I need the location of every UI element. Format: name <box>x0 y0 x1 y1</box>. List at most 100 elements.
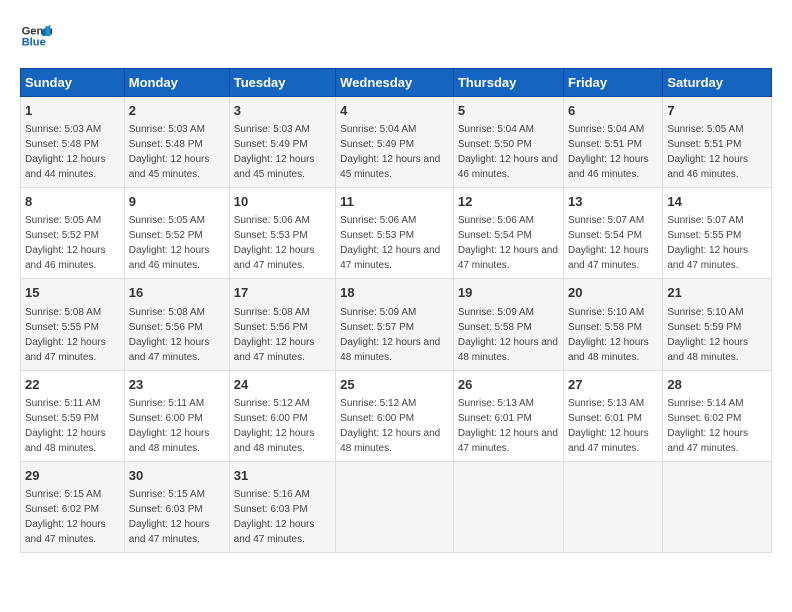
day-number: 11 <box>340 193 449 211</box>
cell-info: Sunrise: 5:07 AMSunset: 5:55 PMDaylight:… <box>667 215 748 271</box>
cell-info: Sunrise: 5:08 AMSunset: 5:56 PMDaylight:… <box>129 307 210 363</box>
cell-info: Sunrise: 5:12 AMSunset: 6:00 PMDaylight:… <box>340 398 440 454</box>
header-wednesday: Wednesday <box>336 69 454 97</box>
calendar-cell: 18Sunrise: 5:09 AMSunset: 5:57 PMDayligh… <box>336 279 454 370</box>
cell-info: Sunrise: 5:08 AMSunset: 5:56 PMDaylight:… <box>234 307 315 363</box>
cell-info: Sunrise: 5:15 AMSunset: 6:02 PMDaylight:… <box>25 489 106 545</box>
day-number: 5 <box>458 102 559 120</box>
calendar-cell: 26 Sunrise: 5:13 AMSunset: 6:01 PMDayligh… <box>453 370 563 461</box>
day-number: 14 <box>667 193 767 211</box>
cell-info: Sunrise: 5:04 AMSunset: 5:50 PMDaylight:… <box>458 124 558 180</box>
cell-info: Sunrise: 5:08 AMSunset: 5:55 PMDaylight:… <box>25 307 106 363</box>
cell-info: Sunrise: 5:05 AMSunset: 5:51 PMDaylight:… <box>667 124 748 180</box>
header-tuesday: Tuesday <box>229 69 335 97</box>
calendar-row-week-2: 8 Sunrise: 5:05 AMSunset: 5:52 PMDaylight… <box>21 188 772 279</box>
day-number: 7 <box>667 102 767 120</box>
calendar-cell: 11 Sunrise: 5:06 AMSunset: 5:53 PMDayligh… <box>336 188 454 279</box>
cell-info: Sunrise: 5:13 AMSunset: 6:01 PMDaylight:… <box>458 398 558 454</box>
day-number: 30 <box>129 467 225 485</box>
day-number: 6 <box>568 102 658 120</box>
day-number: 13 <box>568 193 658 211</box>
cell-info: Sunrise: 5:06 AMSunset: 5:53 PMDaylight:… <box>234 215 315 271</box>
day-number: 3 <box>234 102 331 120</box>
calendar-cell: 9 Sunrise: 5:05 AMSunset: 5:52 PMDaylight… <box>124 188 229 279</box>
day-number: 31 <box>234 467 331 485</box>
calendar-cell: 24 Sunrise: 5:12 AMSunset: 6:00 PMDayligh… <box>229 370 335 461</box>
calendar-cell: 22 Sunrise: 5:11 AMSunset: 5:59 PMDayligh… <box>21 370 125 461</box>
calendar-cell: 6 Sunrise: 5:04 AMSunset: 5:51 PMDaylight… <box>564 97 663 188</box>
calendar-cell: 14 Sunrise: 5:07 AMSunset: 5:55 PMDayligh… <box>663 188 772 279</box>
logo: General Blue <box>20 20 52 52</box>
calendar-row-week-1: 1Sunrise: 5:03 AMSunset: 5:48 PMDaylight… <box>21 97 772 188</box>
calendar-cell: 20 Sunrise: 5:10 AMSunset: 5:58 PMDayligh… <box>564 279 663 370</box>
cell-info: Sunrise: 5:14 AMSunset: 6:02 PMDaylight:… <box>667 398 748 454</box>
cell-info: Sunrise: 5:12 AMSunset: 6:00 PMDaylight:… <box>234 398 315 454</box>
header-monday: Monday <box>124 69 229 97</box>
cell-info: Sunrise: 5:11 AMSunset: 6:00 PMDaylight:… <box>129 398 210 454</box>
calendar-cell: 25 Sunrise: 5:12 AMSunset: 6:00 PMDayligh… <box>336 370 454 461</box>
day-number: 17 <box>234 284 331 302</box>
cell-info: Sunrise: 5:16 AMSunset: 6:03 PMDaylight:… <box>234 489 315 545</box>
cell-info: Sunrise: 5:13 AMSunset: 6:01 PMDaylight:… <box>568 398 649 454</box>
header-thursday: Thursday <box>453 69 563 97</box>
cell-info: Sunrise: 5:03 AMSunset: 5:48 PMDaylight:… <box>129 124 210 180</box>
day-number: 25 <box>340 376 449 394</box>
calendar-cell: 23Sunrise: 5:11 AMSunset: 6:00 PMDayligh… <box>124 370 229 461</box>
cell-info: Sunrise: 5:07 AMSunset: 5:54 PMDaylight:… <box>568 215 649 271</box>
calendar-cell: 27 Sunrise: 5:13 AMSunset: 6:01 PMDayligh… <box>564 370 663 461</box>
cell-info: Sunrise: 5:05 AMSunset: 5:52 PMDaylight:… <box>129 215 210 271</box>
calendar-cell: 4 Sunrise: 5:04 AMSunset: 5:49 PMDaylight… <box>336 97 454 188</box>
day-number: 27 <box>568 376 658 394</box>
day-number: 29 <box>25 467 120 485</box>
calendar-cell: 15 Sunrise: 5:08 AMSunset: 5:55 PMDayligh… <box>21 279 125 370</box>
calendar-row-week-4: 22 Sunrise: 5:11 AMSunset: 5:59 PMDayligh… <box>21 370 772 461</box>
cell-info: Sunrise: 5:15 AMSunset: 6:03 PMDaylight:… <box>129 489 210 545</box>
calendar-row-week-5: 29 Sunrise: 5:15 AMSunset: 6:02 PMDayligh… <box>21 461 772 552</box>
cell-info: Sunrise: 5:05 AMSunset: 5:52 PMDaylight:… <box>25 215 106 271</box>
day-number: 16 <box>129 284 225 302</box>
cell-info: Sunrise: 5:11 AMSunset: 5:59 PMDaylight:… <box>25 398 106 454</box>
cell-info: Sunrise: 5:06 AMSunset: 5:54 PMDaylight:… <box>458 215 558 271</box>
cell-info: Sunrise: 5:10 AMSunset: 5:58 PMDaylight:… <box>568 307 649 363</box>
calendar-cell: 29 Sunrise: 5:15 AMSunset: 6:02 PMDayligh… <box>21 461 125 552</box>
svg-text:Blue: Blue <box>22 37 46 49</box>
day-number: 10 <box>234 193 331 211</box>
day-number: 15 <box>25 284 120 302</box>
day-number: 24 <box>234 376 331 394</box>
calendar-cell <box>453 461 563 552</box>
calendar-header-row: SundayMondayTuesdayWednesdayThursdayFrid… <box>21 69 772 97</box>
calendar-cell: 3 Sunrise: 5:03 AMSunset: 5:49 PMDaylight… <box>229 97 335 188</box>
cell-info: Sunrise: 5:04 AMSunset: 5:51 PMDaylight:… <box>568 124 649 180</box>
day-number: 26 <box>458 376 559 394</box>
day-number: 9 <box>129 193 225 211</box>
calendar-cell: 5 Sunrise: 5:04 AMSunset: 5:50 PMDaylight… <box>453 97 563 188</box>
header-sunday: Sunday <box>21 69 125 97</box>
calendar-cell: 16 Sunrise: 5:08 AMSunset: 5:56 PMDayligh… <box>124 279 229 370</box>
cell-info: Sunrise: 5:04 AMSunset: 5:49 PMDaylight:… <box>340 124 440 180</box>
calendar-table: SundayMondayTuesdayWednesdayThursdayFrid… <box>20 68 772 553</box>
day-number: 2 <box>129 102 225 120</box>
day-number: 22 <box>25 376 120 394</box>
logo-icon: General Blue <box>20 20 52 52</box>
calendar-cell: 17 Sunrise: 5:08 AMSunset: 5:56 PMDayligh… <box>229 279 335 370</box>
cell-info: Sunrise: 5:03 AMSunset: 5:49 PMDaylight:… <box>234 124 315 180</box>
calendar-cell: 7 Sunrise: 5:05 AMSunset: 5:51 PMDaylight… <box>663 97 772 188</box>
header-friday: Friday <box>564 69 663 97</box>
cell-info: Sunrise: 5:03 AMSunset: 5:48 PMDaylight:… <box>25 124 106 180</box>
calendar-cell: 13 Sunrise: 5:07 AMSunset: 5:54 PMDayligh… <box>564 188 663 279</box>
header: General Blue <box>20 20 772 52</box>
day-number: 4 <box>340 102 449 120</box>
day-number: 8 <box>25 193 120 211</box>
day-number: 18 <box>340 284 449 302</box>
day-number: 20 <box>568 284 658 302</box>
cell-info: Sunrise: 5:06 AMSunset: 5:53 PMDaylight:… <box>340 215 440 271</box>
calendar-cell: 12Sunrise: 5:06 AMSunset: 5:54 PMDayligh… <box>453 188 563 279</box>
day-number: 28 <box>667 376 767 394</box>
cell-info: Sunrise: 5:10 AMSunset: 5:59 PMDaylight:… <box>667 307 748 363</box>
day-number: 19 <box>458 284 559 302</box>
day-number: 21 <box>667 284 767 302</box>
calendar-cell <box>336 461 454 552</box>
calendar-cell: 30 Sunrise: 5:15 AMSunset: 6:03 PMDayligh… <box>124 461 229 552</box>
calendar-cell: 2 Sunrise: 5:03 AMSunset: 5:48 PMDaylight… <box>124 97 229 188</box>
calendar-cell: 19Sunrise: 5:09 AMSunset: 5:58 PMDayligh… <box>453 279 563 370</box>
